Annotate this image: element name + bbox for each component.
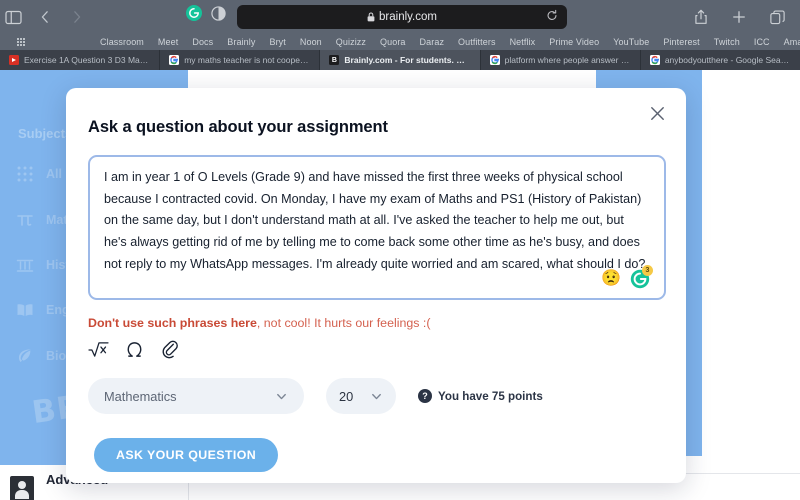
address-left-icons	[186, 5, 226, 21]
google-icon	[649, 55, 660, 65]
browser-tab-title: my maths teacher is not cooperati...	[184, 55, 311, 65]
attachment-icon[interactable]	[160, 340, 179, 359]
dots-grid-icon	[16, 165, 34, 183]
close-icon[interactable]	[646, 102, 668, 124]
points-select[interactable]: 20	[326, 378, 396, 414]
sidebar-toggle-icon[interactable]	[2, 6, 24, 28]
bookmark-item[interactable]: Docs	[192, 37, 213, 47]
grammarly-count-badge: 3	[642, 265, 653, 276]
sidebar-item-label: Mat	[46, 213, 68, 227]
plus-icon[interactable]	[728, 6, 750, 28]
temple-icon	[16, 256, 34, 274]
controls-row: Mathematics 20 ? You have 75 points	[88, 378, 543, 414]
square-root-icon[interactable]	[88, 341, 109, 358]
share-icon[interactable]	[690, 6, 712, 28]
browser-tab[interactable]: anybodyoutthere - Google Search	[640, 50, 800, 70]
book-icon	[16, 301, 34, 319]
grammarly-icon[interactable]: 3	[630, 265, 653, 289]
nav-buttons	[34, 6, 88, 28]
bookmark-item[interactable]: Outfitters	[458, 37, 496, 47]
apps-grid-icon[interactable]	[17, 37, 25, 47]
browser-chrome: brainly.com Classroom Meet Docs Brainly …	[0, 0, 800, 50]
google-icon	[489, 55, 500, 65]
google-icon	[169, 55, 180, 65]
back-arrow-icon[interactable]	[34, 6, 56, 28]
browser-tab-active[interactable]: B Brainly.com - For students. By stu...	[320, 50, 481, 70]
bookmark-item[interactable]: Quora	[380, 37, 406, 47]
tab-strip: Exercise 1A Question 3 D3 Math O... my m…	[0, 50, 800, 70]
bookmark-item[interactable]: Brainly	[227, 37, 255, 47]
bookmark-item[interactable]: Twitch	[714, 37, 740, 47]
screenshot-root: w Subjects All s Mat	[0, 0, 800, 500]
bookmark-item[interactable]: Quizizz	[336, 37, 366, 47]
question-text: I am in year 1 of O Levels (Grade 9) and…	[104, 170, 646, 271]
tab-overview-icon[interactable]	[766, 6, 788, 28]
ask-question-modal: Ask a question about your assignment I a…	[66, 88, 686, 483]
error-message-rest: , not cool! It hurts our feelings :(	[256, 316, 431, 330]
reload-icon[interactable]	[546, 9, 558, 25]
worried-face-icon[interactable]: 😟	[601, 271, 621, 287]
browser-tab[interactable]: my maths teacher is not cooperati...	[160, 50, 321, 70]
browser-tab-title: platform where people answer inst...	[504, 55, 631, 65]
bookmark-item[interactable]: Noon	[300, 37, 322, 47]
bookmark-item[interactable]: YouTube	[613, 37, 649, 47]
sidebar-item-all-subjects[interactable]: All s	[16, 165, 72, 183]
pdf-icon	[9, 55, 19, 65]
bookmark-item[interactable]: Netflix	[510, 37, 536, 47]
bookmark-item[interactable]: Prime Video	[549, 37, 599, 47]
browser-tab[interactable]: platform where people answer inst...	[480, 50, 641, 70]
browser-toolbar: brainly.com	[0, 0, 800, 34]
address-bar-url: brainly.com	[379, 11, 437, 23]
bookmark-item[interactable]: Daraz	[420, 37, 445, 47]
browser-tab-title: Brainly.com - For students. By stu...	[344, 55, 470, 65]
chevron-down-icon	[370, 390, 383, 403]
editor-toolbar	[88, 340, 179, 359]
ask-your-question-button[interactable]: ASK YOUR QUESTION	[94, 438, 279, 472]
points-balance-text: You have 75 points	[438, 389, 543, 403]
subject-select-value: Mathematics	[104, 388, 177, 404]
forward-arrow-icon	[66, 6, 88, 28]
toolbar-right-icons	[690, 6, 788, 28]
question-textarea[interactable]: I am in year 1 of O Levels (Grade 9) and…	[88, 155, 666, 300]
browser-tab-title: anybodyoutthere - Google Search	[664, 55, 792, 65]
pi-icon	[16, 211, 34, 229]
help-icon[interactable]: ?	[418, 389, 432, 403]
bookmark-item[interactable]: Classroom	[100, 37, 144, 47]
bookmarks-bar: Classroom Meet Docs Brainly Bryt Noon Qu…	[0, 34, 800, 50]
bookmark-item[interactable]: Meet	[158, 37, 178, 47]
browser-tab-title: Exercise 1A Question 3 D3 Math O...	[24, 55, 151, 65]
points-balance: ? You have 75 points	[418, 389, 543, 403]
sidebar-item-biology[interactable]: Biol	[16, 347, 70, 365]
sidebar-item-history[interactable]: Hist	[16, 256, 70, 274]
sidebar-title: Subjects	[18, 126, 73, 141]
sidebar-item-mathematics[interactable]: Mat	[16, 211, 68, 229]
bookmark-item[interactable]: ICC	[754, 37, 770, 47]
bookmark-links: Classroom Meet Docs Brainly Bryt Noon Qu…	[100, 37, 800, 47]
grammarly-icon[interactable]	[186, 5, 202, 21]
address-bar-content: brainly.com	[367, 11, 437, 23]
chevron-down-icon	[275, 390, 288, 403]
error-message: Don't use such phrases here, not cool! I…	[88, 316, 430, 330]
bookmark-item[interactable]: Amazon	[784, 37, 800, 47]
brainly-icon: B	[329, 55, 340, 65]
user-avatar-icon	[10, 476, 34, 500]
bookmark-item[interactable]: Pinterest	[663, 37, 699, 47]
modal-title: Ask a question about your assignment	[88, 118, 388, 136]
sidebar-item-english[interactable]: Eng	[16, 301, 70, 319]
error-message-bold: Don't use such phrases here	[88, 316, 257, 330]
omega-icon[interactable]	[125, 341, 144, 358]
leaf-icon	[16, 347, 34, 365]
bookmark-item[interactable]: Bryt	[269, 37, 285, 47]
reader-view-icon[interactable]	[211, 5, 226, 21]
browser-tab[interactable]: Exercise 1A Question 3 D3 Math O...	[0, 50, 161, 70]
subject-select[interactable]: Mathematics	[88, 378, 304, 414]
address-bar[interactable]: brainly.com	[237, 5, 567, 29]
textarea-badges: 😟 3	[601, 265, 653, 289]
lock-icon	[367, 12, 375, 22]
points-select-value: 20	[339, 388, 354, 404]
